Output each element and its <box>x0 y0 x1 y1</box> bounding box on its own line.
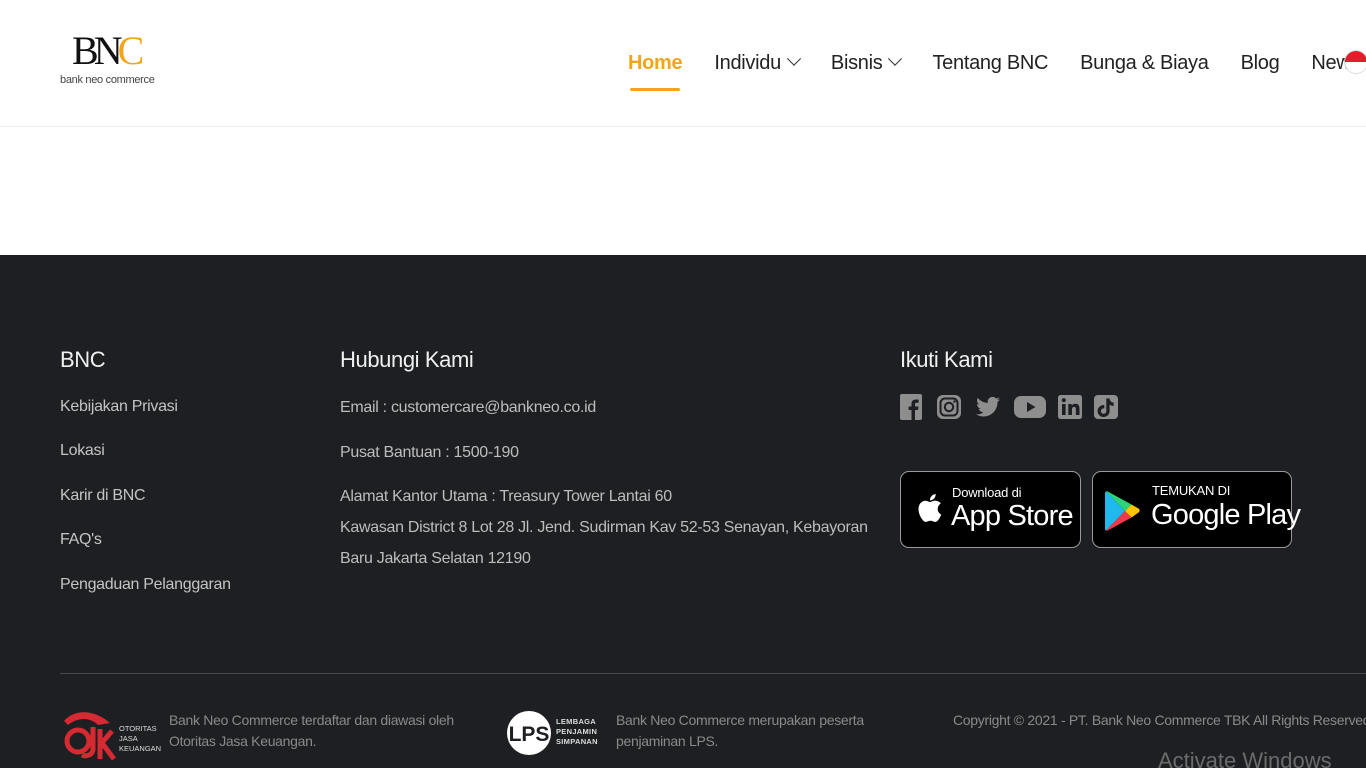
logo-subtitle: bank neo commerce <box>60 74 155 86</box>
chevron-down-icon <box>888 51 903 66</box>
site-footer: BNC Kebijakan Privasi Lokasi Karir di BN… <box>0 255 1366 768</box>
app-store-big-text: App Store <box>951 500 1074 532</box>
nav-tentang-label: Tentang BNC <box>932 51 1049 74</box>
facebook-icon[interactable] <box>900 393 924 421</box>
activate-windows-watermark: Activate Windows <box>1158 748 1332 768</box>
twitter-icon[interactable] <box>974 393 1002 421</box>
link-lokasi[interactable]: Lokasi <box>60 442 105 460</box>
logo-mark: BNC <box>72 28 144 73</box>
google-play-button[interactable]: TEMUKAN DI Google Play <box>1092 471 1301 548</box>
nav-bunga-biaya[interactable]: Bunga & Biaya <box>1080 51 1209 75</box>
nav-home[interactable]: Home <box>628 51 683 91</box>
nav-home-label: Home <box>628 51 683 74</box>
copyright: Copyright © 2021 - PT. Bank Neo Commerce… <box>953 712 1366 728</box>
google-play-big-text: Google Play <box>1151 499 1301 531</box>
contact-address-line3: Baru Jakarta Selatan 12190 <box>340 550 531 567</box>
svg-text:LPS: LPS <box>509 723 550 746</box>
main-nav: Home Individu Bisnis Tentang BNC Bunga &… <box>628 48 1366 91</box>
nav-individu-label: Individu <box>714 51 781 74</box>
tiktok-icon[interactable] <box>1094 393 1118 421</box>
social-links <box>900 393 1130 421</box>
nav-bisnis-label: Bisnis <box>830 51 883 74</box>
contact-email[interactable]: Email : customercare@bankneo.co.id <box>340 392 596 423</box>
google-play-icon <box>1105 491 1140 531</box>
lps-logo-text: LEMBAGA PENJAMIN SIMPANAN <box>556 717 598 746</box>
nav-individu[interactable]: Individu <box>714 51 801 75</box>
ojk-emblem-icon <box>64 712 116 761</box>
language-flag-icon[interactable] <box>1345 51 1366 73</box>
footer-divider <box>60 673 1366 674</box>
site-header: BNC bank neo commerce Home Individu Bisn… <box>0 0 1366 127</box>
youtube-icon[interactable] <box>1014 393 1046 421</box>
google-play-small-text: TEMUKAN DI <box>1152 483 1231 498</box>
instagram-icon[interactable] <box>936 393 962 421</box>
apple-icon <box>918 494 942 522</box>
ojk-logo-text: OTORITAS JASA KEUANGAN <box>119 724 162 753</box>
lps-logo: LPS LEMBAGA PENJAMIN SIMPANAN <box>505 707 610 762</box>
chevron-down-icon <box>786 51 801 66</box>
footer-contact-title: Hubungi Kami <box>340 347 474 372</box>
bnc-logo[interactable]: BNC bank neo commerce <box>60 30 160 90</box>
link-karir[interactable]: Karir di BNC <box>60 487 146 505</box>
lps-statement: Bank Neo Commerce merupakan peserta penj… <box>616 712 864 749</box>
link-pengaduan[interactable]: Pengaduan Pelanggaran <box>60 576 231 594</box>
nav-bunga-label: Bunga & Biaya <box>1080 51 1209 74</box>
app-store-small-text: Download di <box>952 485 1022 500</box>
contact-address-line2: Kawasan District 8 Lot 28 Jl. Jend. Sudi… <box>340 519 868 536</box>
footer-bnc-title: BNC <box>60 347 106 372</box>
footer-follow-title: Ikuti Kami <box>900 347 993 372</box>
contact-helpdesk: Pusat Bantuan : 1500-190 <box>340 444 519 461</box>
lps-emblem-icon: LPS <box>507 711 551 755</box>
ojk-statement: Bank Neo Commerce terdaftar dan diawasi … <box>169 712 454 749</box>
app-store-button[interactable]: Download di App Store <box>900 471 1081 548</box>
nav-blog[interactable]: Blog <box>1241 52 1280 75</box>
nav-bisnis[interactable]: Bisnis <box>830 51 903 75</box>
nav-blog-label: Blog <box>1240 51 1280 74</box>
linkedin-icon[interactable] <box>1058 393 1082 421</box>
contact-address-line1: Alamat Kantor Utama : Treasury Tower Lan… <box>340 488 672 505</box>
nav-tentang-bnc[interactable]: Tentang BNC <box>932 52 1048 75</box>
link-kebijakan-privasi[interactable]: Kebijakan Privasi <box>60 398 178 416</box>
ojk-logo: OTORITAS JASA KEUANGAN <box>60 707 165 762</box>
link-faq[interactable]: FAQ's <box>60 531 102 549</box>
